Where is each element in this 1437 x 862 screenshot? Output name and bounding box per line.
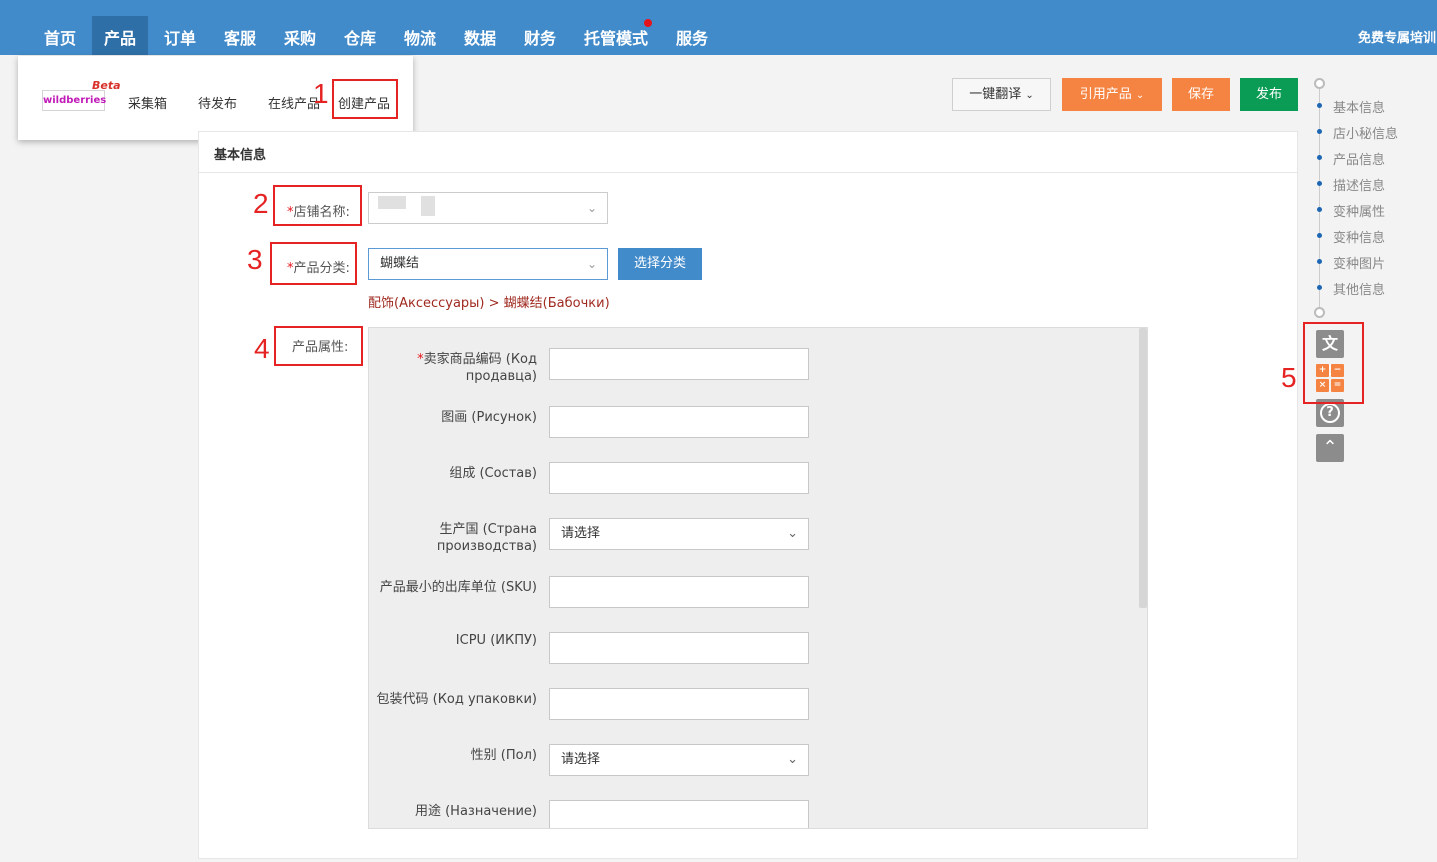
section-nav-variant-images[interactable]: 变种图片 bbox=[1333, 253, 1385, 272]
icpu-input[interactable] bbox=[549, 632, 809, 664]
attr-label-drawing: 图画 (Рисунок) bbox=[441, 410, 537, 425]
section-nav-dot bbox=[1317, 181, 1322, 186]
nav-item-customer-service[interactable]: 客服 bbox=[216, 16, 264, 55]
section-nav-product-info[interactable]: 产品信息 bbox=[1333, 149, 1385, 168]
section-nav-basic-info[interactable]: 基本信息 bbox=[1333, 97, 1385, 116]
composition-input[interactable] bbox=[549, 462, 809, 494]
publish-button[interactable]: 发布 bbox=[1240, 78, 1298, 111]
annotation-box-1 bbox=[332, 79, 398, 119]
nav-item-purchase[interactable]: 采购 bbox=[276, 16, 324, 55]
annotation-box-3 bbox=[270, 242, 357, 285]
annotation-number-5: 5 bbox=[1281, 362, 1297, 393]
save-button[interactable]: 保存 bbox=[1172, 78, 1230, 111]
chevron-down-icon: ⌄ bbox=[787, 752, 798, 767]
attr-label-sku: 产品最小的出库单位 (SKU) bbox=[379, 580, 537, 595]
chevron-down-icon: ⌄ bbox=[787, 526, 798, 541]
cite-button-label: 引用产品 bbox=[1079, 87, 1132, 102]
attr-label-purpose: 用途 (Назначение) bbox=[414, 804, 537, 819]
store-name-select[interactable]: ⌄ bbox=[368, 192, 608, 224]
section-nav-variant-info[interactable]: 变种信息 bbox=[1333, 227, 1385, 246]
country-select-value: 请选择 bbox=[561, 526, 601, 541]
back-to-top-icon[interactable]: ⌃ bbox=[1316, 434, 1344, 462]
redacted-store-name bbox=[421, 196, 435, 216]
attr-label-gender: 性别 (Пол) bbox=[470, 748, 537, 763]
attr-label-composition: 组成 (Состав) bbox=[449, 466, 537, 481]
chevron-down-icon: ⌄ bbox=[586, 201, 597, 215]
nav-item-managed-mode[interactable]: 托管模式 bbox=[578, 16, 654, 55]
wildberries-logo[interactable]: wildberries bbox=[42, 90, 106, 111]
chevron-down-icon: ⌄ bbox=[586, 257, 597, 271]
menu-item-pending-publish[interactable]: 待发布 bbox=[198, 93, 237, 112]
top-navigation-bar: 首页 产品 订单 客服 采购 仓库 物流 数据 财务 托管模式 服务 免费专属培… bbox=[0, 0, 1437, 55]
select-category-button[interactable]: 选择分类 bbox=[618, 248, 702, 280]
section-title: 基本信息 bbox=[214, 148, 267, 163]
chevron-down-icon: ⌄ bbox=[1135, 90, 1145, 101]
sku-input[interactable] bbox=[549, 576, 809, 608]
attr-label-icpu: ICPU (ИКПУ) bbox=[455, 633, 537, 648]
redacted-store-name bbox=[378, 196, 406, 209]
attr-label-package-code: 包装代码 (Код упаковки) bbox=[376, 692, 537, 707]
annotation-number-1: 1 bbox=[313, 78, 329, 109]
nav-item-services[interactable]: 服务 bbox=[668, 16, 716, 55]
section-nav-other-info[interactable]: 其他信息 bbox=[1333, 279, 1385, 298]
section-nav-dot bbox=[1317, 129, 1322, 134]
category-path: 配饰(Аксессуары) > 蝴蝶结(Бабочки) bbox=[368, 296, 610, 311]
attr-label-country: 生产国 (Страна производства) bbox=[436, 522, 537, 554]
notification-dot bbox=[644, 19, 652, 27]
package-code-input[interactable] bbox=[549, 688, 809, 720]
section-nav-start-circle bbox=[1314, 78, 1325, 89]
nav-item-orders[interactable]: 订单 bbox=[156, 16, 204, 55]
annotation-number-4: 4 bbox=[254, 333, 270, 364]
country-select[interactable]: 请选择 ⌄ bbox=[549, 518, 809, 550]
section-nav-line bbox=[1319, 88, 1320, 308]
section-nav-dxm-info[interactable]: 店小秘信息 bbox=[1333, 123, 1398, 142]
section-nav-dot bbox=[1317, 233, 1322, 238]
attributes-panel[interactable]: *卖家商品编码 (Код продавца) 图画 (Рисунок) 组成 (С… bbox=[368, 327, 1148, 829]
attributes-scrollbar[interactable] bbox=[1139, 328, 1147, 608]
chevron-down-icon: ⌄ bbox=[1025, 90, 1034, 101]
purpose-input[interactable] bbox=[549, 800, 809, 828]
drawing-input[interactable] bbox=[549, 406, 809, 438]
nav-item-home[interactable]: 首页 bbox=[35, 16, 85, 55]
gender-select[interactable]: 请选择 ⌄ bbox=[549, 744, 809, 776]
annotation-box-5 bbox=[1303, 322, 1364, 404]
category-select[interactable]: 蝴蝶结 ⌄ bbox=[368, 248, 608, 280]
section-nav-dot bbox=[1317, 207, 1322, 212]
section-nav-variant-attributes[interactable]: 变种属性 bbox=[1333, 201, 1385, 220]
gender-select-value: 请选择 bbox=[561, 752, 601, 767]
nav-item-warehouse[interactable]: 仓库 bbox=[336, 16, 384, 55]
section-nav-end-circle bbox=[1314, 307, 1325, 318]
section-nav-dot bbox=[1317, 155, 1322, 160]
free-training-link[interactable]: 免费专属培训 bbox=[1358, 27, 1436, 46]
beta-badge: Beta bbox=[92, 79, 121, 92]
seller-code-input[interactable] bbox=[549, 348, 809, 380]
section-nav-description[interactable]: 描述信息 bbox=[1333, 175, 1385, 194]
section-nav-dot bbox=[1317, 103, 1322, 108]
section-divider bbox=[199, 172, 1297, 173]
nav-item-data[interactable]: 数据 bbox=[456, 16, 504, 55]
cite-product-button[interactable]: 引用产品 ⌄ bbox=[1062, 78, 1162, 111]
annotation-number-2: 2 bbox=[253, 188, 269, 219]
annotation-number-3: 3 bbox=[247, 244, 263, 275]
annotation-box-2 bbox=[273, 185, 362, 226]
attr-label-seller-code: *卖家商品编码 (Код продавца) bbox=[417, 352, 537, 384]
nav-item-products[interactable]: 产品 bbox=[92, 16, 148, 55]
annotation-box-4 bbox=[274, 326, 363, 366]
nav-item-logistics[interactable]: 物流 bbox=[396, 16, 444, 55]
translate-button-label: 一键翻译 bbox=[969, 87, 1022, 102]
category-value: 蝴蝶结 bbox=[380, 256, 420, 271]
one-click-translate-button[interactable]: 一键翻译 ⌄ bbox=[952, 78, 1051, 111]
section-nav-dot bbox=[1317, 259, 1322, 264]
menu-item-collection-box[interactable]: 采集箱 bbox=[128, 93, 167, 112]
section-nav-dot bbox=[1317, 285, 1322, 290]
nav-item-finance[interactable]: 财务 bbox=[516, 16, 564, 55]
